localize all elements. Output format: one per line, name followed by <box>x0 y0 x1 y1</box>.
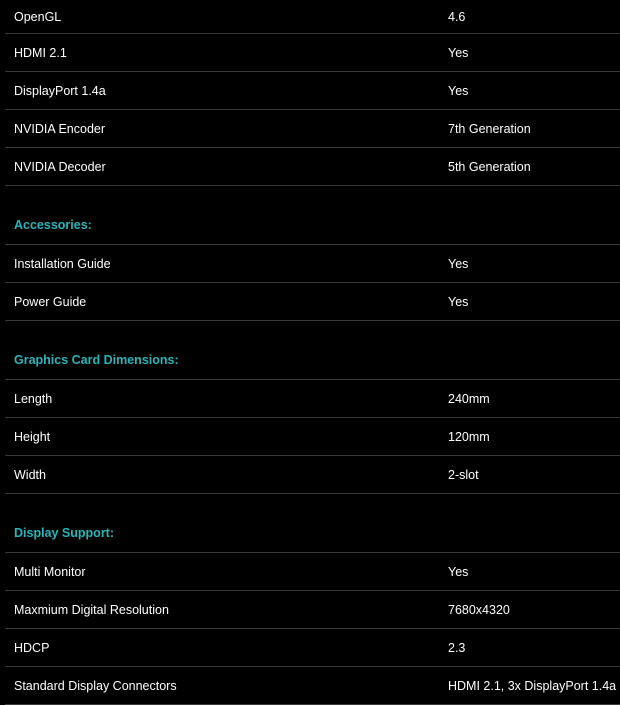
spec-label: HDMI 2.1 <box>14 45 67 60</box>
section-title: Graphics Card Dimensions: <box>14 353 179 367</box>
spec-label: DisplayPort 1.4a <box>14 83 106 98</box>
spec-label: Width <box>14 467 46 482</box>
spec-value: Yes <box>448 83 469 98</box>
spec-label: OpenGL <box>14 9 62 24</box>
spec-label: Installation Guide <box>14 256 111 271</box>
spec-label: NVIDIA Decoder <box>14 159 106 174</box>
spec-label: Maxmium Digital Resolution <box>14 602 169 617</box>
section-title: Display Support: <box>14 526 115 540</box>
spec-row-hdmi: HDMI 2.1 Yes <box>5 34 620 72</box>
spec-label: Height <box>14 429 51 444</box>
spec-value: 7680x4320 <box>448 602 510 617</box>
spec-value: Yes <box>448 256 469 271</box>
spec-value: 120mm <box>448 429 490 444</box>
spec-value: 7th Generation <box>448 121 531 136</box>
section-heading-display-support: Display Support: <box>5 494 620 553</box>
spec-value: Yes <box>448 294 469 309</box>
spec-row-multi-monitor: Multi Monitor Yes <box>5 553 620 591</box>
spec-value: HDMI 2.1, 3x DisplayPort 1.4a <box>448 678 617 693</box>
spec-label: Power Guide <box>14 294 87 309</box>
spec-value: 5th Generation <box>448 159 531 174</box>
spec-label: Length <box>14 391 53 406</box>
section-title: Accessories: <box>14 218 92 232</box>
spec-label: NVIDIA Encoder <box>14 121 106 136</box>
spec-row-power-guide: Power Guide Yes <box>5 283 620 321</box>
spec-value: 4.6 <box>448 9 466 24</box>
spec-row-decoder: NVIDIA Decoder 5th Generation <box>5 148 620 186</box>
spec-label: Standard Display Connectors <box>14 678 177 693</box>
spec-label: HDCP <box>14 640 50 655</box>
section-heading-accessories: Accessories: <box>5 186 620 245</box>
spec-label: Multi Monitor <box>14 564 86 579</box>
section-heading-dimensions: Graphics Card Dimensions: <box>5 321 620 380</box>
spec-row-hdcp: HDCP 2.3 <box>5 629 620 667</box>
spec-row-length: Length 240mm <box>5 380 620 418</box>
spec-row-width: Width 2-slot <box>5 456 620 494</box>
spec-value: 2-slot <box>448 467 479 482</box>
spec-row-displayport: DisplayPort 1.4a Yes <box>5 72 620 110</box>
spec-row-installation-guide: Installation Guide Yes <box>5 245 620 283</box>
spec-row-max-resolution: Maxmium Digital Resolution 7680x4320 <box>5 591 620 629</box>
spec-row-encoder: NVIDIA Encoder 7th Generation <box>5 110 620 148</box>
spec-table: OpenGL 4.6 HDMI 2.1 Yes DisplayPort 1.4a… <box>5 0 620 705</box>
spec-row-display-connectors: Standard Display Connectors HDMI 2.1, 3x… <box>5 667 620 705</box>
spec-value: Yes <box>448 564 469 579</box>
spec-value: 2.3 <box>448 640 466 655</box>
spec-value: Yes <box>448 45 469 60</box>
spec-row-height: Height 120mm <box>5 418 620 456</box>
spec-row-opengl: OpenGL 4.6 <box>5 0 620 34</box>
spec-value: 240mm <box>448 391 490 406</box>
